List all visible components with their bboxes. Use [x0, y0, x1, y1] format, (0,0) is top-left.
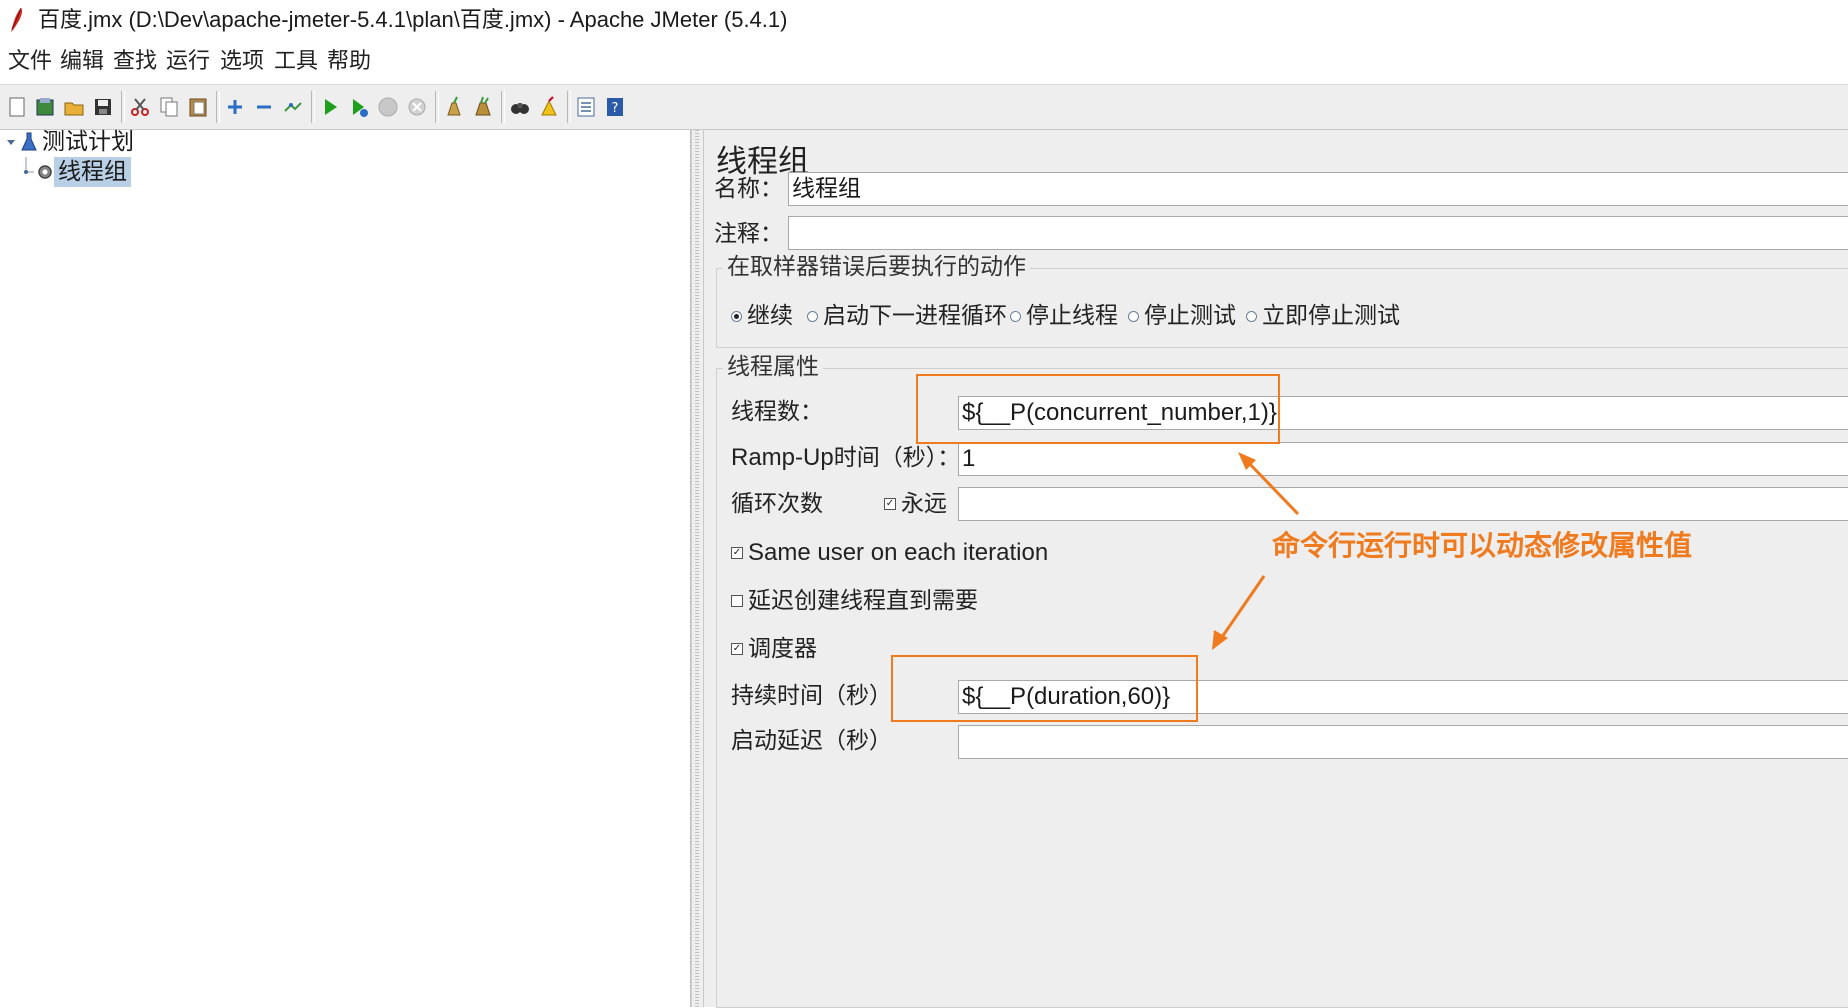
menu-edit[interactable]: 编辑 [60, 50, 104, 74]
checkbox-box [731, 595, 743, 607]
radio-label: 启动下一进程循环 [823, 303, 1007, 329]
flask-icon [21, 132, 37, 151]
window-title: 百度.jmx (D:\Dev\apache-jmeter-5.4.1\plan\… [38, 7, 788, 32]
radio-dot [807, 310, 818, 322]
toolbar-separator [311, 91, 315, 123]
rampup-label: Ramp-Up时间（秒）： [731, 444, 960, 472]
reset-search-icon[interactable] [535, 93, 563, 121]
radio-stop-test[interactable]: 停止测试 [1128, 302, 1236, 330]
same-user-checkbox[interactable]: ✓ Same user on each iteration [731, 539, 1048, 567]
loop-forever-checkbox[interactable]: ✓ 永远 [884, 490, 947, 518]
radio-dot [1010, 310, 1021, 322]
arrow-up-icon [1238, 452, 1300, 516]
thread-group-panel: 线程组 名称： 线程组 注释： 在取样器错误后要执行的动作 继续 启动下一进程循… [703, 130, 1848, 1008]
radio-dot [731, 310, 742, 322]
tree-item-label: 测试计划 [42, 129, 134, 155]
tree-item-label: 线程组 [54, 157, 131, 187]
svg-text:?: ? [612, 101, 619, 116]
radio-continue[interactable]: 继续 [731, 302, 793, 330]
toolbar-separator [435, 91, 439, 123]
new-icon[interactable] [3, 93, 31, 121]
menu-tools[interactable]: 工具 [274, 50, 318, 74]
menu-run[interactable]: 运行 [166, 50, 210, 74]
jmeter-feather-icon [11, 7, 23, 32]
templates-icon[interactable] [31, 93, 59, 121]
cut-icon[interactable] [126, 93, 154, 121]
menu-help[interactable]: 帮助 [327, 50, 371, 74]
radio-label: 停止测试 [1144, 303, 1236, 329]
rampup-label-cn: 时间（秒）： [833, 445, 961, 471]
menu-options[interactable]: 选项 [220, 50, 264, 74]
radio-dot [1246, 310, 1257, 322]
radio-stop-thread[interactable]: 停止线程 [1010, 302, 1118, 330]
scheduler-checkbox[interactable]: ✓ 调度器 [731, 635, 817, 663]
expand-icon[interactable] [221, 93, 249, 121]
name-label: 名称： [714, 176, 783, 202]
startup-delay-input[interactable] [958, 725, 1848, 759]
search-icon[interactable] [506, 93, 534, 121]
comment-label: 注释： [714, 221, 783, 247]
arrow-down-icon [1212, 575, 1266, 650]
toolbar-separator [567, 91, 571, 123]
tree-item-test-plan[interactable]: 测试计划 [4, 127, 138, 157]
shutdown-icon[interactable] [403, 93, 431, 121]
checkbox-box: ✓ [731, 643, 743, 655]
splitter-grip [695, 130, 699, 1007]
radio-start-next-loop[interactable]: 启动下一进程循环 [807, 302, 1007, 330]
checkbox-label: Same user on each iteration [748, 539, 1049, 566]
toggle-icon[interactable] [279, 93, 307, 121]
clear-icon[interactable] [440, 93, 468, 121]
toolbar: ? [0, 84, 1848, 130]
paste-icon[interactable] [184, 93, 212, 121]
menu-file[interactable]: 文件 [8, 50, 52, 74]
title-bar: 百度.jmx (D:\Dev\apache-jmeter-5.4.1\plan\… [0, 0, 1848, 40]
start-icon[interactable] [316, 93, 344, 121]
checkbox-box: ✓ [731, 547, 743, 559]
start-no-pause-icon[interactable] [345, 93, 373, 121]
test-plan-tree: 测试计划 线程组 [0, 127, 691, 1007]
toolbar-separator [216, 91, 220, 123]
name-input[interactable]: 线程组 [788, 172, 1848, 206]
toolbar-separator [121, 91, 125, 123]
save-icon[interactable] [89, 93, 117, 121]
threads-highlight-box [916, 374, 1280, 444]
sampler-error-action-group: 在取样器错误后要执行的动作 继续 启动下一进程循环 停止线程 停止测试 立即停止… [716, 253, 1848, 348]
radio-dot [1128, 310, 1139, 322]
help-icon[interactable]: ? [601, 93, 629, 121]
rampup-label-en: Ramp-Up [731, 444, 834, 471]
thread-properties-title: 线程属性 [723, 353, 823, 381]
duration-highlight-box [891, 655, 1198, 722]
toolbar-separator [501, 91, 505, 123]
annotation-text: 命令行运行时可以动态修改属性值 [1272, 529, 1693, 562]
threads-label: 线程数： [731, 399, 823, 425]
tree-toggle-icon[interactable] [4, 135, 18, 149]
error-group-title: 在取样器错误后要执行的动作 [723, 253, 1030, 281]
clear-all-icon[interactable] [469, 93, 497, 121]
radio-label: 立即停止测试 [1262, 303, 1400, 329]
loop-count-label: 循环次数 [731, 491, 823, 517]
checkbox-label: 调度器 [748, 636, 817, 662]
comment-input[interactable] [788, 216, 1848, 250]
menu-search[interactable]: 查找 [113, 50, 157, 74]
rampup-input[interactable]: 1 [958, 442, 1848, 476]
menu-bar: 文件 编辑 查找 运行 选项 工具 帮助 [0, 40, 1848, 82]
gear-icon [38, 165, 52, 179]
duration-label: 持续时间（秒） [731, 683, 892, 709]
open-icon[interactable] [60, 93, 88, 121]
tree-connector-icon [24, 157, 34, 174]
checkbox-label: 永远 [901, 491, 947, 517]
stop-icon[interactable] [374, 93, 402, 121]
radio-label: 停止线程 [1026, 303, 1118, 329]
tree-item-thread-group[interactable]: 线程组 [22, 157, 131, 187]
checkbox-box: ✓ [884, 498, 896, 510]
checkbox-label: 延迟创建线程直到需要 [748, 588, 978, 614]
copy-icon[interactable] [155, 93, 183, 121]
radio-stop-test-now[interactable]: 立即停止测试 [1246, 302, 1400, 330]
radio-label: 继续 [747, 303, 793, 329]
delay-create-checkbox[interactable]: 延迟创建线程直到需要 [731, 587, 978, 615]
startup-delay-label: 启动延迟（秒） [731, 728, 892, 754]
collapse-icon[interactable] [250, 93, 278, 121]
loop-count-input[interactable] [958, 487, 1848, 521]
function-helper-icon[interactable] [572, 93, 600, 121]
